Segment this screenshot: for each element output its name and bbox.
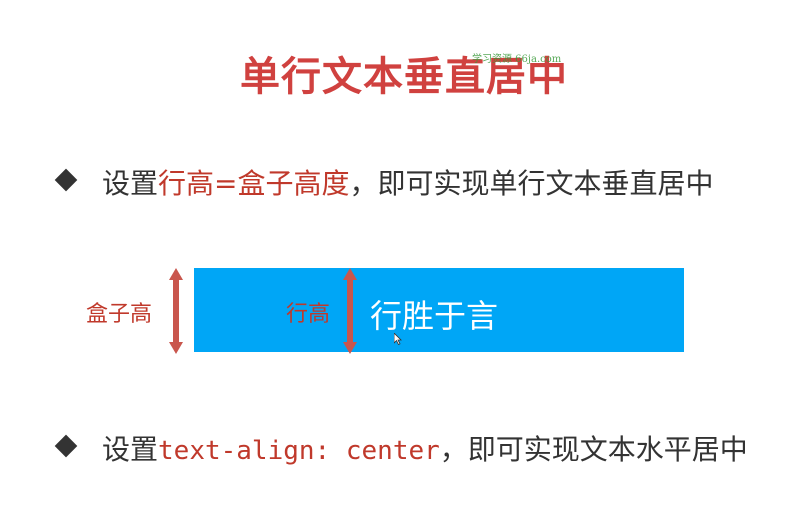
bullet-diamond-icon xyxy=(54,168,78,192)
mouse-cursor-icon xyxy=(393,330,402,349)
bullet-diamond-icon xyxy=(54,434,78,458)
bullet1-prefix: 设置 xyxy=(102,167,159,200)
line-height-label: 行高 xyxy=(286,302,331,327)
box-height-arrow-icon xyxy=(169,268,183,354)
bullet2-code: text-align: center xyxy=(158,436,440,466)
box-height-label: 盒子高 xyxy=(86,302,153,327)
box-text: 行胜于言 xyxy=(370,297,499,335)
bullet1-suffix: ，即可实现单行文本垂直居中 xyxy=(349,167,714,200)
line-height-arrow-icon xyxy=(343,268,357,354)
slide-title: 单行文本垂直居中 xyxy=(240,54,568,100)
watermark: 学习资源 66ja.com xyxy=(472,54,562,65)
bullet-line-1: 设置行高=盒子高度，即可实现单行文本垂直居中 xyxy=(102,162,714,202)
bullet2-prefix: 设置 xyxy=(102,433,159,466)
bullet1-highlight: 行高=盒子高度 xyxy=(158,167,350,200)
bullet-line-2: 设置text-align: center，即可实现文本水平居中 xyxy=(102,428,748,468)
bullet2-suffix: ，即可实现文本水平居中 xyxy=(439,433,748,466)
